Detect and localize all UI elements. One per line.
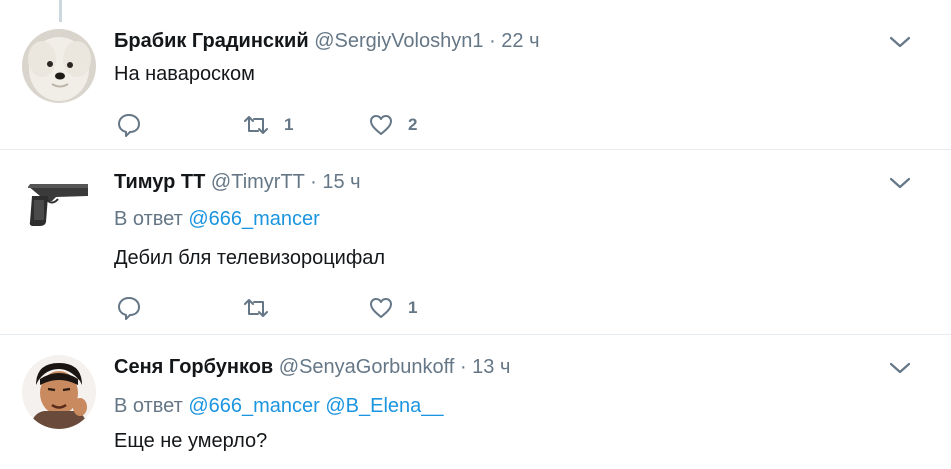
reply-button[interactable] — [116, 110, 142, 140]
display-name[interactable]: Брабик Градинский — [114, 30, 309, 52]
chevron-down-icon[interactable] — [889, 357, 911, 379]
separator-dot: · — [310, 171, 317, 193]
retweet-button[interactable]: 1 — [242, 110, 293, 140]
retweet-count: 1 — [284, 115, 294, 134]
like-count: 1 — [408, 298, 418, 317]
mention-link[interactable]: @666_mancer — [188, 208, 319, 230]
chevron-down-icon[interactable] — [889, 31, 911, 53]
retweet-icon — [242, 112, 270, 138]
reply-context: В ответ @666_mancer @B_Elena__ — [114, 394, 444, 418]
tweet-header: Сеня Горбунков @SenyaGorbunkoff · 13 ч — [114, 355, 510, 379]
timestamp[interactable]: 13 ч — [472, 356, 510, 378]
heart-icon — [368, 295, 394, 321]
reply-context: В ответ @666_mancer — [114, 207, 320, 231]
tweet: Сеня Горбунков @SenyaGorbunkoff · 13 ч В… — [0, 335, 951, 469]
chevron-down-icon[interactable] — [889, 172, 911, 194]
tweet-text: Еще не умерло? — [114, 430, 268, 452]
separator-dot: · — [489, 30, 496, 52]
separator-dot: · — [459, 356, 467, 378]
mention-link[interactable]: @666_mancer — [188, 395, 319, 417]
username[interactable]: @SenyaGorbunkoff — [279, 356, 455, 378]
tweet-text: На навароском — [114, 63, 255, 85]
tweet-text: Дебил бля телевизороцифал — [114, 247, 386, 269]
tweet-header: Брабик Градинский @SergiyVoloshyn1 · 22 … — [114, 29, 540, 53]
username[interactable]: @TimyrTT — [211, 171, 305, 193]
reply-to-label: В ответ — [114, 208, 183, 230]
like-count: 2 — [408, 115, 418, 134]
tweet: Брабик Градинский @SergiyVoloshyn1 · 22 … — [0, 0, 951, 150]
like-button[interactable]: 1 — [368, 293, 417, 323]
timestamp[interactable]: 22 ч — [501, 30, 539, 52]
like-button[interactable]: 2 — [368, 110, 417, 140]
display-name[interactable]: Тимур ТТ — [114, 171, 205, 193]
avatar[interactable] — [22, 170, 96, 244]
reply-to-label: В ответ — [114, 395, 183, 417]
reply-button[interactable] — [116, 293, 142, 323]
tweet: Тимур ТТ @TimyrTT · 15 ч В ответ @666_ma… — [0, 150, 951, 335]
timestamp[interactable]: 15 ч — [322, 171, 360, 193]
avatar[interactable] — [22, 355, 96, 429]
reply-icon — [116, 112, 142, 138]
retweet-icon — [242, 295, 270, 321]
tweet-header: Тимур ТТ @TimyrTT · 15 ч — [114, 170, 361, 194]
username[interactable]: @SergiyVoloshyn1 — [314, 30, 483, 52]
retweet-button[interactable] — [242, 293, 284, 323]
reply-icon — [116, 295, 142, 321]
heart-icon — [368, 112, 394, 138]
mention-link[interactable]: @B_Elena__ — [325, 395, 443, 417]
avatar[interactable] — [22, 29, 96, 103]
display-name[interactable]: Сеня Горбунков — [114, 356, 273, 378]
